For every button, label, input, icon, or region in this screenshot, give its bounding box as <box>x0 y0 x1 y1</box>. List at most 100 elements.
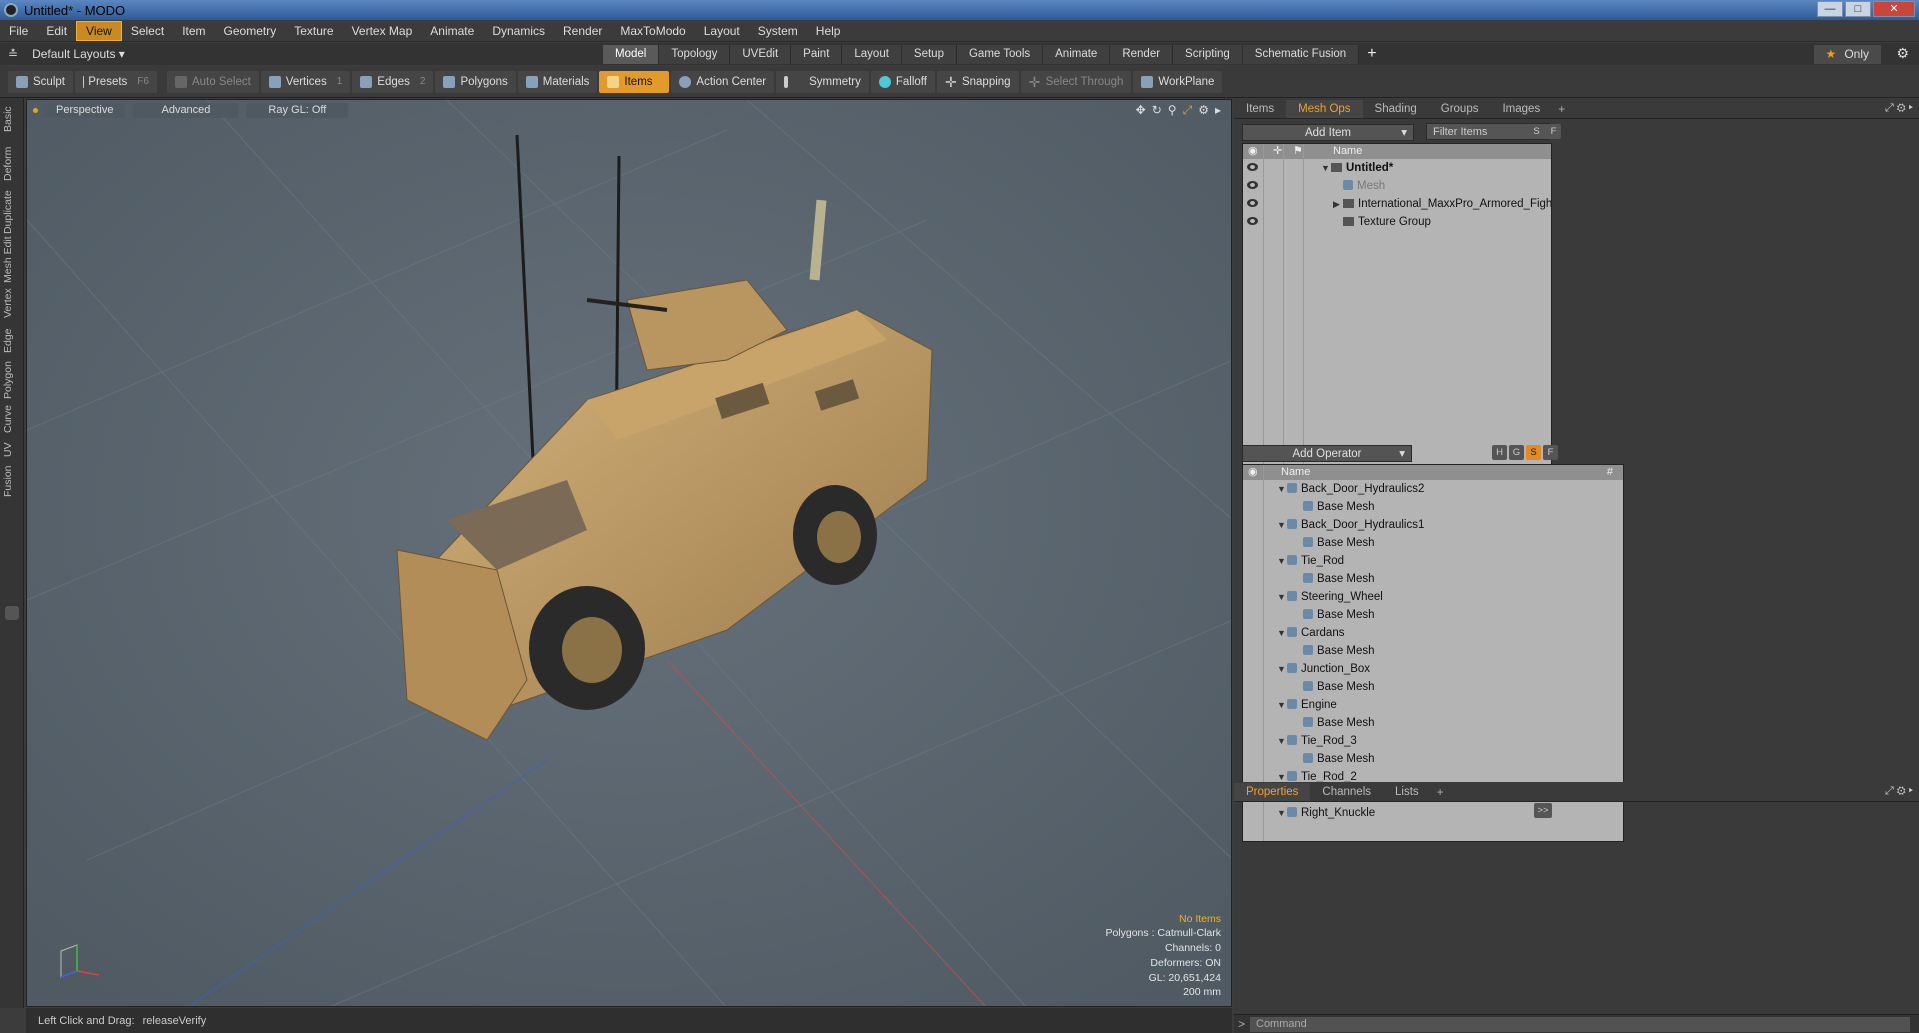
expander-icon[interactable]: ▼ <box>1277 660 1287 678</box>
expander-icon[interactable]: ▼ <box>1277 480 1287 498</box>
menu-item[interactable]: Item <box>173 22 214 40</box>
snapping-button[interactable]: ✛ Snapping <box>936 70 1019 93</box>
workplane-button[interactable]: WorkPlane <box>1133 70 1223 93</box>
meshops-row[interactable]: ▼ Tie_Rod_3 <box>1243 732 1623 750</box>
3d-viewport[interactable]: Perspective Advanced Ray GL: Off ✥ ↻ ⚲ ⤢… <box>26 99 1232 1007</box>
minimize-button[interactable]: — <box>1817 1 1843 17</box>
items-tab-shading[interactable]: Shading <box>1363 100 1429 118</box>
layout-tab-scripting[interactable]: Scripting <box>1173 45 1243 64</box>
meshops-s-button[interactable]: S <box>1526 445 1541 460</box>
maximize-button[interactable]: □ <box>1845 1 1871 17</box>
left-tab-basic[interactable]: Basic <box>2 98 22 140</box>
layout-tab-topology[interactable]: Topology <box>659 45 731 64</box>
expander-icon[interactable]: ▼ <box>1277 732 1287 750</box>
expander-icon[interactable]: ▼ <box>1277 696 1287 714</box>
menu-texture[interactable]: Texture <box>285 22 342 40</box>
items-tab-mesh-ops[interactable]: Mesh Ops <box>1286 99 1363 118</box>
item-tree-row[interactable]: ▶ International_MaxxPro_Armored_Fighting_… <box>1243 195 1551 213</box>
meshops-row[interactable]: ▼ Steering_Wheel <box>1243 588 1623 606</box>
meshops-f-button[interactable]: F <box>1543 445 1558 460</box>
shading-dropdown[interactable]: Advanced <box>133 102 239 118</box>
layout-tab-layout[interactable]: Layout <box>842 45 902 64</box>
meshops-child-row[interactable]: Base Mesh <box>1243 642 1623 660</box>
expander-icon[interactable]: ▼ <box>1277 516 1287 534</box>
materials-button[interactable]: Materials <box>517 70 598 93</box>
properties-tab-lists[interactable]: Lists <box>1383 783 1431 801</box>
meshops-child-row[interactable]: Base Mesh <box>1243 714 1623 732</box>
expander-icon[interactable]: ▼ <box>1321 159 1331 177</box>
meshops-child-row[interactable]: Base Mesh <box>1243 606 1623 624</box>
left-tab-mesh-edit[interactable]: Mesh Edit <box>2 236 22 284</box>
expander-icon[interactable]: ▼ <box>1277 552 1287 570</box>
layout-tab-uvedit[interactable]: UVEdit <box>730 45 792 64</box>
items-tab-images[interactable]: Images <box>1490 100 1552 118</box>
meshops-child-row[interactable]: Base Mesh <box>1243 570 1623 588</box>
raygl-dropdown[interactable]: Ray GL: Off <box>246 102 349 118</box>
meshops-row[interactable]: ▼ Engine <box>1243 696 1623 714</box>
viewport-gear-icon[interactable]: ⚙ <box>1198 103 1209 118</box>
gear-icon[interactable]: ⚙ <box>1896 45 1909 62</box>
menu-edit[interactable]: Edit <box>37 22 76 40</box>
left-tab-vertex[interactable]: Vertex <box>2 284 22 322</box>
eye-icon[interactable] <box>1247 181 1258 189</box>
menu-maxtomodo[interactable]: MaxToModo <box>611 22 694 40</box>
palette-toggle[interactable] <box>5 606 19 620</box>
perspective-dropdown[interactable]: Perspective <box>44 102 126 118</box>
expander-icon[interactable]: ▶ <box>1333 195 1343 213</box>
left-tab-edge[interactable]: Edge <box>2 322 22 360</box>
menu-vertex-map[interactable]: Vertex Map <box>343 22 422 40</box>
properties-tab-channels[interactable]: Channels <box>1310 783 1383 801</box>
polygons-button[interactable]: Polygons <box>435 70 516 93</box>
close-button[interactable]: ✕ <box>1873 1 1915 17</box>
menu-layout[interactable]: Layout <box>695 22 749 40</box>
maximize-viewport-icon[interactable]: ⤢ <box>1183 103 1193 118</box>
layout-tab-setup[interactable]: Setup <box>901 45 957 64</box>
meshops-row[interactable]: ▼ Cardans <box>1243 624 1623 642</box>
meshops-child-row[interactable]: Base Mesh <box>1243 534 1623 552</box>
auto-select-button[interactable]: Auto Select <box>166 70 259 93</box>
meshops-h-button[interactable]: H <box>1492 445 1507 460</box>
expander-icon[interactable]: ▼ <box>1277 624 1287 642</box>
left-tab-duplicate[interactable]: Duplicate <box>2 188 22 236</box>
left-tab-deform[interactable]: Deform <box>2 140 22 188</box>
zoom-icon[interactable]: ⚲ <box>1168 103 1177 118</box>
falloff-button[interactable]: Falloff <box>870 70 935 93</box>
only-toggle[interactable]: ★ Only <box>1813 45 1881 64</box>
items-tab-items[interactable]: Items <box>1234 100 1286 118</box>
meshops-row[interactable]: ▼ Right_Knuckle <box>1243 804 1623 822</box>
menu-animate[interactable]: Animate <box>421 22 483 40</box>
layout-tab-game-tools[interactable]: Game Tools <box>956 45 1044 64</box>
default-layouts-dropdown[interactable]: Default Layouts ▾ <box>32 47 125 61</box>
meshops-child-row[interactable]: Base Mesh <box>1243 678 1623 696</box>
meshops-row[interactable]: ▼ Junction_Box <box>1243 660 1623 678</box>
viewport-arrow-icon[interactable]: ▸ <box>1215 103 1221 118</box>
add-properties-tab-button[interactable]: + <box>1431 785 1450 799</box>
left-tab-curve[interactable]: Curve <box>2 400 22 438</box>
menu-view[interactable]: View <box>76 20 122 41</box>
layout-tab-paint[interactable]: Paint <box>791 45 843 64</box>
eye-icon[interactable] <box>1247 199 1258 207</box>
menu-file[interactable]: File <box>0 22 37 40</box>
rotate-icon[interactable]: ↻ <box>1152 103 1162 118</box>
expander-icon[interactable]: ▼ <box>1277 588 1287 606</box>
vertices-button[interactable]: Vertices 1 <box>260 70 351 93</box>
viewport-menu-dot[interactable] <box>33 107 38 113</box>
meshops-child-row[interactable]: Base Mesh <box>1243 498 1623 516</box>
layout-collapse-icon[interactable]: ≛ <box>8 47 18 61</box>
panel-options-icon[interactable]: ⤢ ⚙ ▸ <box>1885 102 1913 115</box>
menu-help[interactable]: Help <box>807 22 850 40</box>
pan-icon[interactable]: ✥ <box>1136 103 1146 118</box>
properties-tab-properties[interactable]: Properties <box>1234 782 1311 801</box>
meshops-row[interactable]: ▼ Back_Door_Hydraulics2 <box>1243 480 1623 498</box>
left-tab-fusion[interactable]: Fusion <box>2 462 22 500</box>
menu-geometry[interactable]: Geometry <box>215 22 286 40</box>
items-tab-groups[interactable]: Groups <box>1429 100 1491 118</box>
layout-tab-model[interactable]: Model <box>603 45 660 64</box>
expander-icon[interactable]: ▼ <box>1277 804 1287 822</box>
properties-options-icon[interactable]: ⤢ ⚙ ▸ <box>1885 785 1913 798</box>
add-item-dropdown[interactable]: Add Item <box>1242 123 1414 142</box>
menu-select[interactable]: Select <box>122 22 173 40</box>
add-panel-tab-button[interactable]: + <box>1552 102 1571 116</box>
left-tab-polygon[interactable]: Polygon <box>2 360 22 400</box>
menu-system[interactable]: System <box>749 22 807 40</box>
